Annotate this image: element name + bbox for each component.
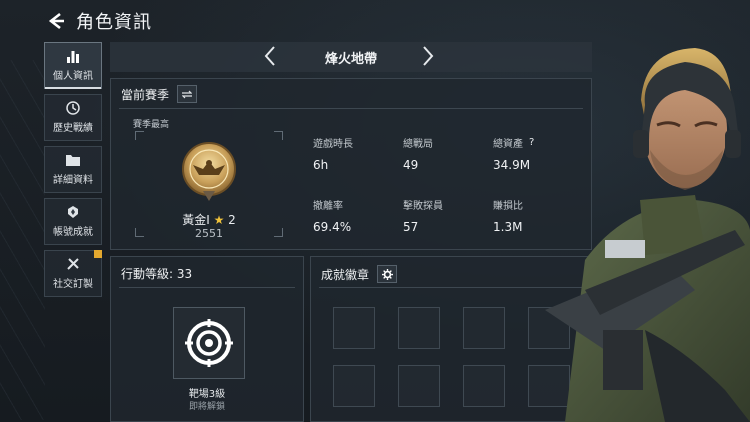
sidebar-item-personal-info[interactable]: 個人資訊 xyxy=(44,42,102,89)
badges-title-row: 成就徽章 xyxy=(321,265,398,283)
sidebar-item-social[interactable]: 社交訂製 xyxy=(44,250,102,297)
season-title: 當前賽季 xyxy=(121,87,170,102)
hex-pattern-decoration xyxy=(0,60,45,420)
stat-play-time: 遊戲時長 6h xyxy=(313,135,353,172)
bar-chart-icon xyxy=(65,49,81,63)
badge-slot[interactable] xyxy=(463,365,505,407)
sidebar-item-history[interactable]: 歷史戰績 xyxy=(44,94,102,141)
history-badge-icon xyxy=(65,101,81,115)
page-title: 角色資訊 xyxy=(76,12,152,33)
badge-slot[interactable] xyxy=(333,307,375,349)
rank-tier: 黃金I xyxy=(182,213,210,227)
stat-label-row: 總資產 ? xyxy=(493,135,534,150)
stat-label: 擊敗探員 xyxy=(403,201,443,212)
stat-value: 57 xyxy=(403,220,419,234)
stat-label: 賺損比 xyxy=(493,201,523,212)
season-panel: 當前賽季 賽季最高 黃金I ★ 2 2551 遊戲時長 6h 總戰局 49 總資… xyxy=(110,78,592,250)
stat-label: 總戰局 xyxy=(403,139,433,150)
unlock-status: 即將解鎖 xyxy=(188,402,225,412)
stat-label: 總資產 xyxy=(493,139,523,150)
divider xyxy=(319,287,583,288)
rank-card[interactable]: 黃金I ★ 2 2551 xyxy=(135,131,283,240)
tools-icon xyxy=(65,257,81,271)
sidebar-item-label: 歷史戰績 xyxy=(53,123,93,134)
gear-icon xyxy=(381,268,393,280)
frame-corner xyxy=(274,131,283,140)
chevron-left-icon[interactable] xyxy=(264,45,276,73)
badges-title: 成就徽章 xyxy=(321,267,370,282)
stat-value: 34.9M xyxy=(493,158,531,172)
gold-rank-medal-icon xyxy=(182,142,236,201)
badge-slot[interactable] xyxy=(398,365,440,407)
chevron-right-icon[interactable] xyxy=(422,45,434,73)
stat-label: 遊戲時長 xyxy=(313,139,353,150)
header: 角色資訊 xyxy=(46,8,152,34)
season-best-label: 賽季最高 xyxy=(133,120,170,130)
swap-icon xyxy=(182,90,193,98)
notification-badge xyxy=(94,250,102,258)
frame-corner xyxy=(135,131,144,140)
target-icon xyxy=(185,319,233,367)
sidebar-item-label: 帳號成就 xyxy=(53,227,93,238)
folder-icon xyxy=(65,153,81,167)
badge-slot[interactable] xyxy=(333,365,375,407)
range-level-name: 靶場3級 xyxy=(188,389,226,400)
rank-name: 黃金I ★ 2 xyxy=(135,211,283,228)
rank-score: 2551 xyxy=(195,227,223,240)
stat-total-assets: 總資產 ? 34.9M xyxy=(493,135,534,172)
sidebar-item-achievements[interactable]: 帳號成就 xyxy=(44,198,102,245)
action-level-title: 行動等級: 33 xyxy=(121,267,193,281)
stat-value: 49 xyxy=(403,158,419,172)
help-icon[interactable]: ? xyxy=(529,137,534,148)
sidebar-item-label: 詳細資料 xyxy=(53,175,93,186)
rank-stars: 2 xyxy=(228,213,236,227)
stat-label: 撤離率 xyxy=(313,201,343,212)
sidebar-item-details[interactable]: 詳細資料 xyxy=(44,146,102,193)
divider xyxy=(119,108,583,109)
mode-selector: 烽火地帶 xyxy=(110,42,592,72)
badge-slot[interactable] xyxy=(463,307,505,349)
star-icon: ★ xyxy=(213,213,225,227)
range-unlock-card[interactable] xyxy=(173,307,245,379)
stat-value: 1.3M xyxy=(493,220,523,234)
stat-value: 69.4% xyxy=(313,220,352,234)
achievement-icon xyxy=(65,205,81,219)
badge-slot[interactable] xyxy=(398,307,440,349)
operator-character-portrait xyxy=(545,48,750,422)
action-level-panel: 行動等級: 33 靶場3級 即將解鎖 xyxy=(110,256,304,422)
divider xyxy=(119,287,295,288)
sidebar-item-label: 社交訂製 xyxy=(53,279,93,290)
stat-total-matches: 總戰局 49 xyxy=(403,135,433,172)
stat-profit-loss: 賺損比 1.3M xyxy=(493,197,523,234)
mode-name: 烽火地帶 xyxy=(324,51,377,67)
back-arrow-icon[interactable] xyxy=(46,11,66,31)
stat-extraction-rate: 撤離率 69.4% xyxy=(313,197,351,234)
stat-value: 6h xyxy=(313,158,329,172)
badge-settings-button[interactable] xyxy=(377,265,398,283)
swap-season-button[interactable] xyxy=(177,85,198,103)
stat-operators-defeated: 擊敗探員 57 xyxy=(403,197,443,234)
season-title-row: 當前賽季 xyxy=(121,85,198,103)
sidebar: 個人資訊 歷史戰績 詳細資料 帳號成就 社交訂製 xyxy=(44,42,102,302)
sidebar-item-label: 個人資訊 xyxy=(53,71,93,82)
